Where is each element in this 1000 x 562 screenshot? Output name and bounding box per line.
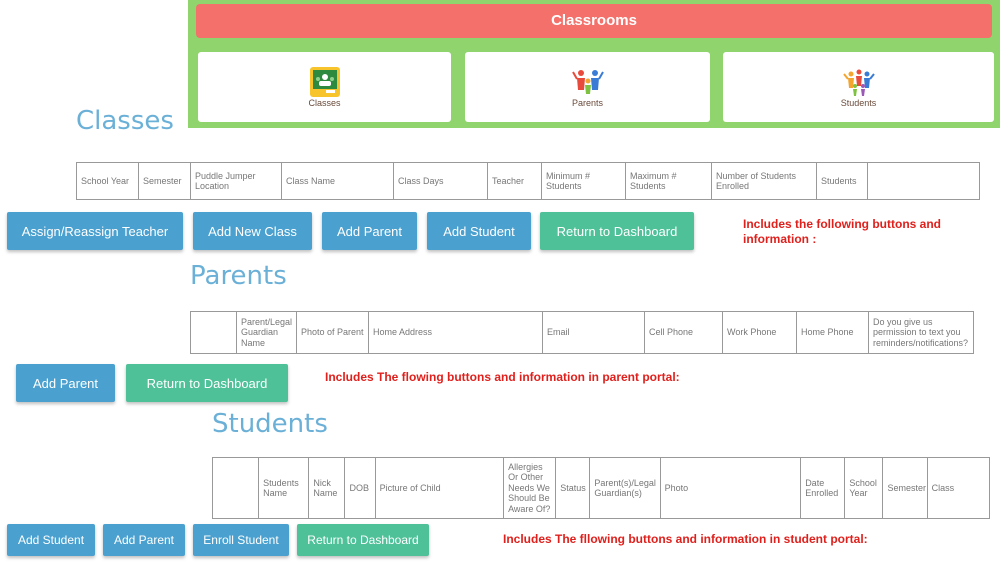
column-header: DOB	[344, 457, 376, 519]
column-header: Date Enrolled	[800, 457, 846, 519]
parents-title: Parents	[190, 261, 287, 291]
column-header: Students Name	[258, 457, 310, 519]
column-header: Students	[816, 162, 868, 200]
classes-note: Includes the following buttons and infor…	[743, 217, 941, 246]
column-header: Home Phone	[796, 311, 869, 354]
classes-title: Classes	[76, 106, 174, 136]
column-header: Class	[926, 457, 991, 519]
parents-table: Parent/Legal Guardian Name Photo of Pare…	[190, 311, 974, 354]
parents-card-label: Parents	[571, 98, 604, 108]
students-note: Includes The fllowing buttons and inform…	[503, 532, 868, 546]
parents-header-row: Parent/Legal Guardian Name Photo of Pare…	[190, 311, 974, 354]
classrooms-panel: Classrooms Classes Parents Students	[188, 0, 1000, 128]
classes-header-row: School Year Semester Puddle Jumper Locat…	[76, 162, 980, 200]
add-parent-button[interactable]: Add Parent	[322, 212, 417, 250]
classes-card[interactable]: Classes	[198, 52, 451, 122]
classes-card-label: Classes	[308, 98, 341, 108]
add-parent-button[interactable]: Add Parent	[103, 524, 185, 556]
column-header	[211, 457, 260, 519]
column-header: Work Phone	[722, 311, 797, 354]
column-header: Do you give us permission to text you re…	[868, 311, 974, 354]
column-header: Allergies Or Other Needs We Should Be Aw…	[503, 457, 557, 519]
classes-table: School Year Semester Puddle Jumper Locat…	[76, 162, 980, 200]
column-header: Parent(s)/Legal Guardian(s)	[589, 457, 661, 519]
column-header: Number of Students Enrolled	[711, 162, 817, 200]
column-header: Puddle Jumper Location	[190, 162, 282, 200]
students-card-label: Students	[840, 98, 877, 108]
column-header: Teacher	[487, 162, 542, 200]
column-header: Semester	[138, 162, 191, 200]
return-dashboard-button[interactable]: Return to Dashboard	[297, 524, 429, 556]
students-header-row: Students Name Nick Name DOB Picture of C…	[211, 457, 991, 519]
return-dashboard-button[interactable]: Return to Dashboard	[540, 212, 694, 250]
column-header: Maximum # Students	[625, 162, 712, 200]
panel-title: Classrooms	[196, 4, 992, 38]
add-student-button[interactable]: Add Student	[7, 524, 95, 556]
students-title: Students	[212, 409, 328, 439]
column-header: Photo	[659, 457, 802, 519]
parents-card[interactable]: Parents	[465, 52, 710, 122]
add-new-class-button[interactable]: Add New Class	[193, 212, 312, 250]
add-student-button[interactable]: Add Student	[427, 212, 531, 250]
students-table: Students Name Nick Name DOB Picture of C…	[211, 457, 991, 519]
students-icon	[842, 69, 875, 96]
column-header: Home Address	[368, 311, 543, 354]
column-header: School Year	[844, 457, 884, 519]
column-header: Picture of Child	[374, 457, 505, 519]
column-header: Class Name	[281, 162, 394, 200]
column-header	[867, 162, 980, 200]
classroom-icon	[309, 67, 340, 97]
column-header: Photo of Parent	[296, 311, 369, 354]
column-header	[190, 311, 237, 354]
column-header: Status	[555, 457, 591, 519]
column-header: Cell Phone	[644, 311, 723, 354]
column-header: Parent/Legal Guardian Name	[236, 311, 297, 354]
return-dashboard-button[interactable]: Return to Dashboard	[126, 364, 288, 402]
assign-teacher-button[interactable]: Assign/Reassign Teacher	[7, 212, 183, 250]
family-icon	[571, 70, 604, 94]
column-header: Email	[542, 311, 645, 354]
students-card[interactable]: Students	[723, 52, 994, 122]
column-header: Minimum # Students	[541, 162, 626, 200]
parents-note: Includes The flowing buttons and informa…	[325, 370, 680, 384]
column-header: School Year	[76, 162, 139, 200]
add-parent-button[interactable]: Add Parent	[16, 364, 115, 402]
column-header: Nick Name	[308, 457, 346, 519]
column-header: Class Days	[393, 162, 488, 200]
enroll-student-button[interactable]: Enroll Student	[193, 524, 289, 556]
column-header: Semester	[882, 457, 928, 519]
